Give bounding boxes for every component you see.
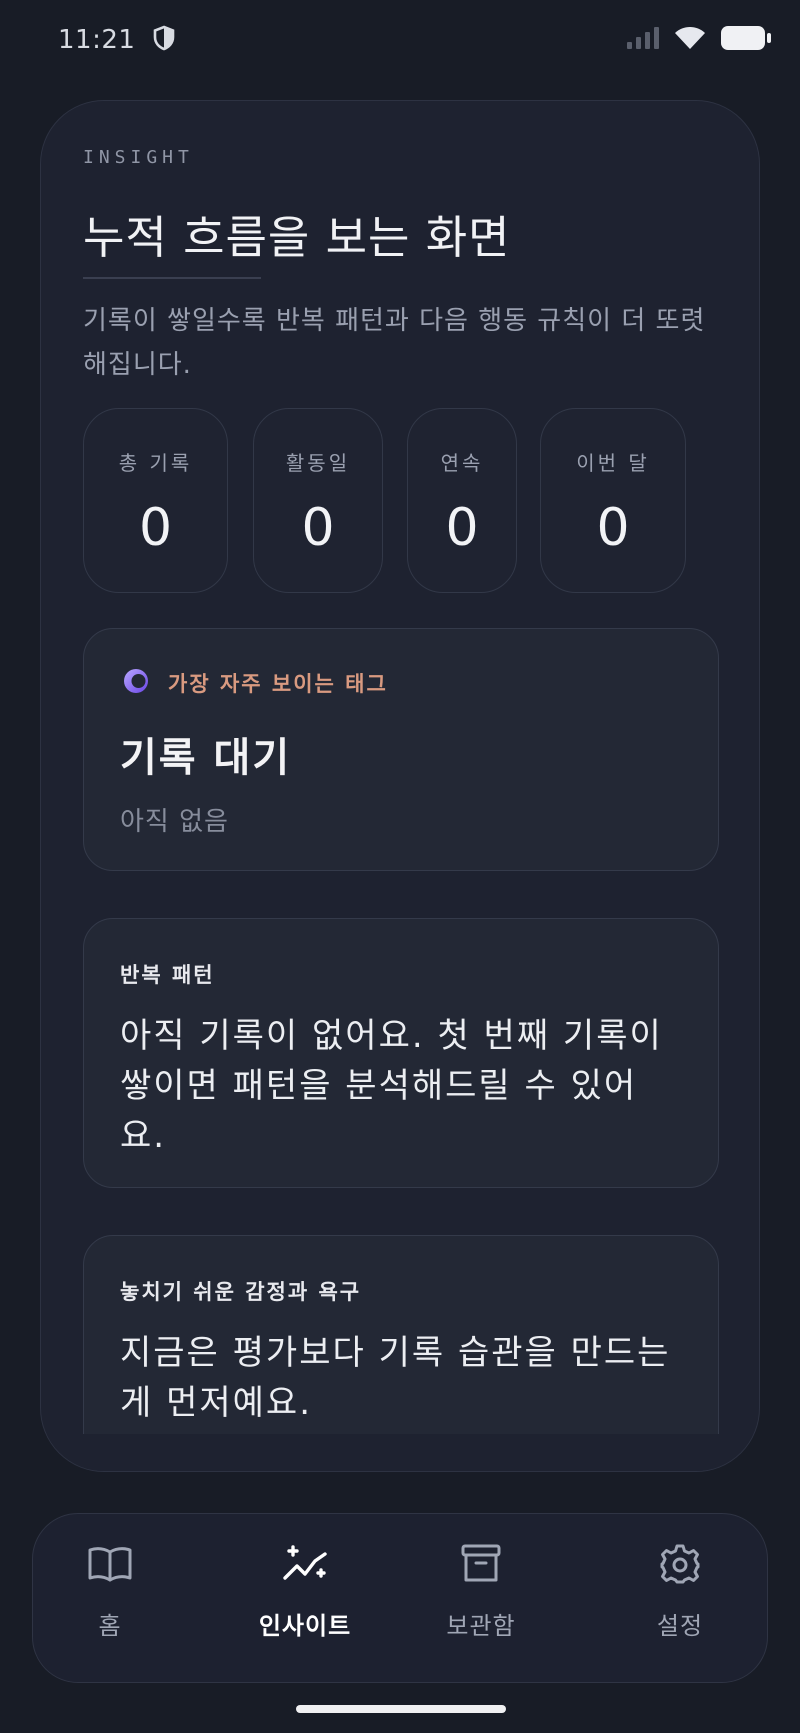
nav-label-insight: 인사이트: [258, 1612, 352, 1640]
status-left: 11:21: [58, 25, 175, 55]
top-tag-panel: 가장 자주 보이는 태그 기록 대기 아직 없음: [83, 628, 719, 871]
top-tag-label: 가장 자주 보이는 태그: [168, 672, 388, 696]
stat-streak: 연속 0: [407, 408, 517, 593]
page-description: 기록이 쌓일수록 반복 패턴과 다음 행동 규칙이 더 또렷해집니다.: [83, 306, 706, 380]
tag-ring-icon: [122, 667, 150, 699]
bottom-nav: 홈 인사이트 보관함 설정: [32, 1513, 768, 1683]
status-bar: 11:21: [0, 0, 800, 80]
top-tag-header: 가장 자주 보이는 태그: [122, 667, 388, 699]
top-tag-title: 기록 대기: [120, 735, 292, 781]
patterns-body: 아직 기록이 없어요. 첫 번째 기록이 쌓이면 패턴을 분석해드릴 수 있어요…: [120, 1016, 663, 1156]
archive-icon: [460, 1542, 502, 1586]
wifi-icon: [674, 26, 706, 54]
stat-active-days: 활동일 0: [253, 408, 383, 593]
sparkle-chart-icon: [281, 1542, 329, 1586]
nav-item-settings[interactable]: 설정: [605, 1542, 755, 1641]
nav-item-insight[interactable]: 인사이트: [230, 1542, 380, 1641]
nav-item-home[interactable]: 홈: [35, 1542, 185, 1641]
stat-this-month: 이번 달 0: [540, 408, 686, 593]
nav-label-home: 홈: [98, 1612, 122, 1640]
title-divider: [83, 277, 261, 279]
status-time: 11:21: [58, 25, 136, 55]
top-tag-subtitle: 아직 없음: [120, 807, 229, 837]
insight-card: INSIGHT 누적 흐름을 보는 화면 기록이 쌓일수록 반복 패턴과 다음 …: [40, 100, 760, 1472]
battery-icon: [720, 25, 772, 55]
stat-value: 0: [445, 498, 479, 558]
stat-label: 이번 달: [576, 451, 650, 475]
nav-label-settings: 설정: [656, 1612, 704, 1640]
book-icon: [87, 1542, 133, 1586]
shield-icon: [153, 25, 175, 55]
emotions-label: 놓치기 쉬운 감정과 욕구: [120, 1280, 362, 1304]
scroll-clip: [41, 1434, 759, 1471]
nav-label-archive: 보관함: [446, 1612, 516, 1640]
stat-value: 0: [138, 498, 173, 558]
stat-label: 총 기록: [118, 451, 193, 475]
gear-icon: [659, 1542, 701, 1586]
stat-label: 연속: [440, 451, 484, 475]
signal-icon: [626, 26, 660, 54]
patterns-panel: 반복 패턴 아직 기록이 없어요. 첫 번째 기록이 쌓이면 패턴을 분석해드릴…: [83, 918, 719, 1188]
emotions-body: 지금은 평가보다 기록 습관을 만드는 게 먼저예요.: [120, 1333, 671, 1423]
home-indicator[interactable]: [296, 1705, 506, 1713]
stat-value: 0: [596, 498, 630, 558]
patterns-label: 반복 패턴: [120, 963, 215, 987]
status-right: [626, 25, 772, 55]
section-eyebrow: INSIGHT: [83, 147, 194, 168]
page-title: 누적 흐름을 보는 화면: [83, 211, 511, 264]
stat-total-records: 총 기록 0: [83, 408, 228, 593]
stat-value: 0: [301, 498, 335, 558]
stat-label: 활동일: [285, 451, 351, 475]
nav-item-archive[interactable]: 보관함: [406, 1542, 556, 1641]
